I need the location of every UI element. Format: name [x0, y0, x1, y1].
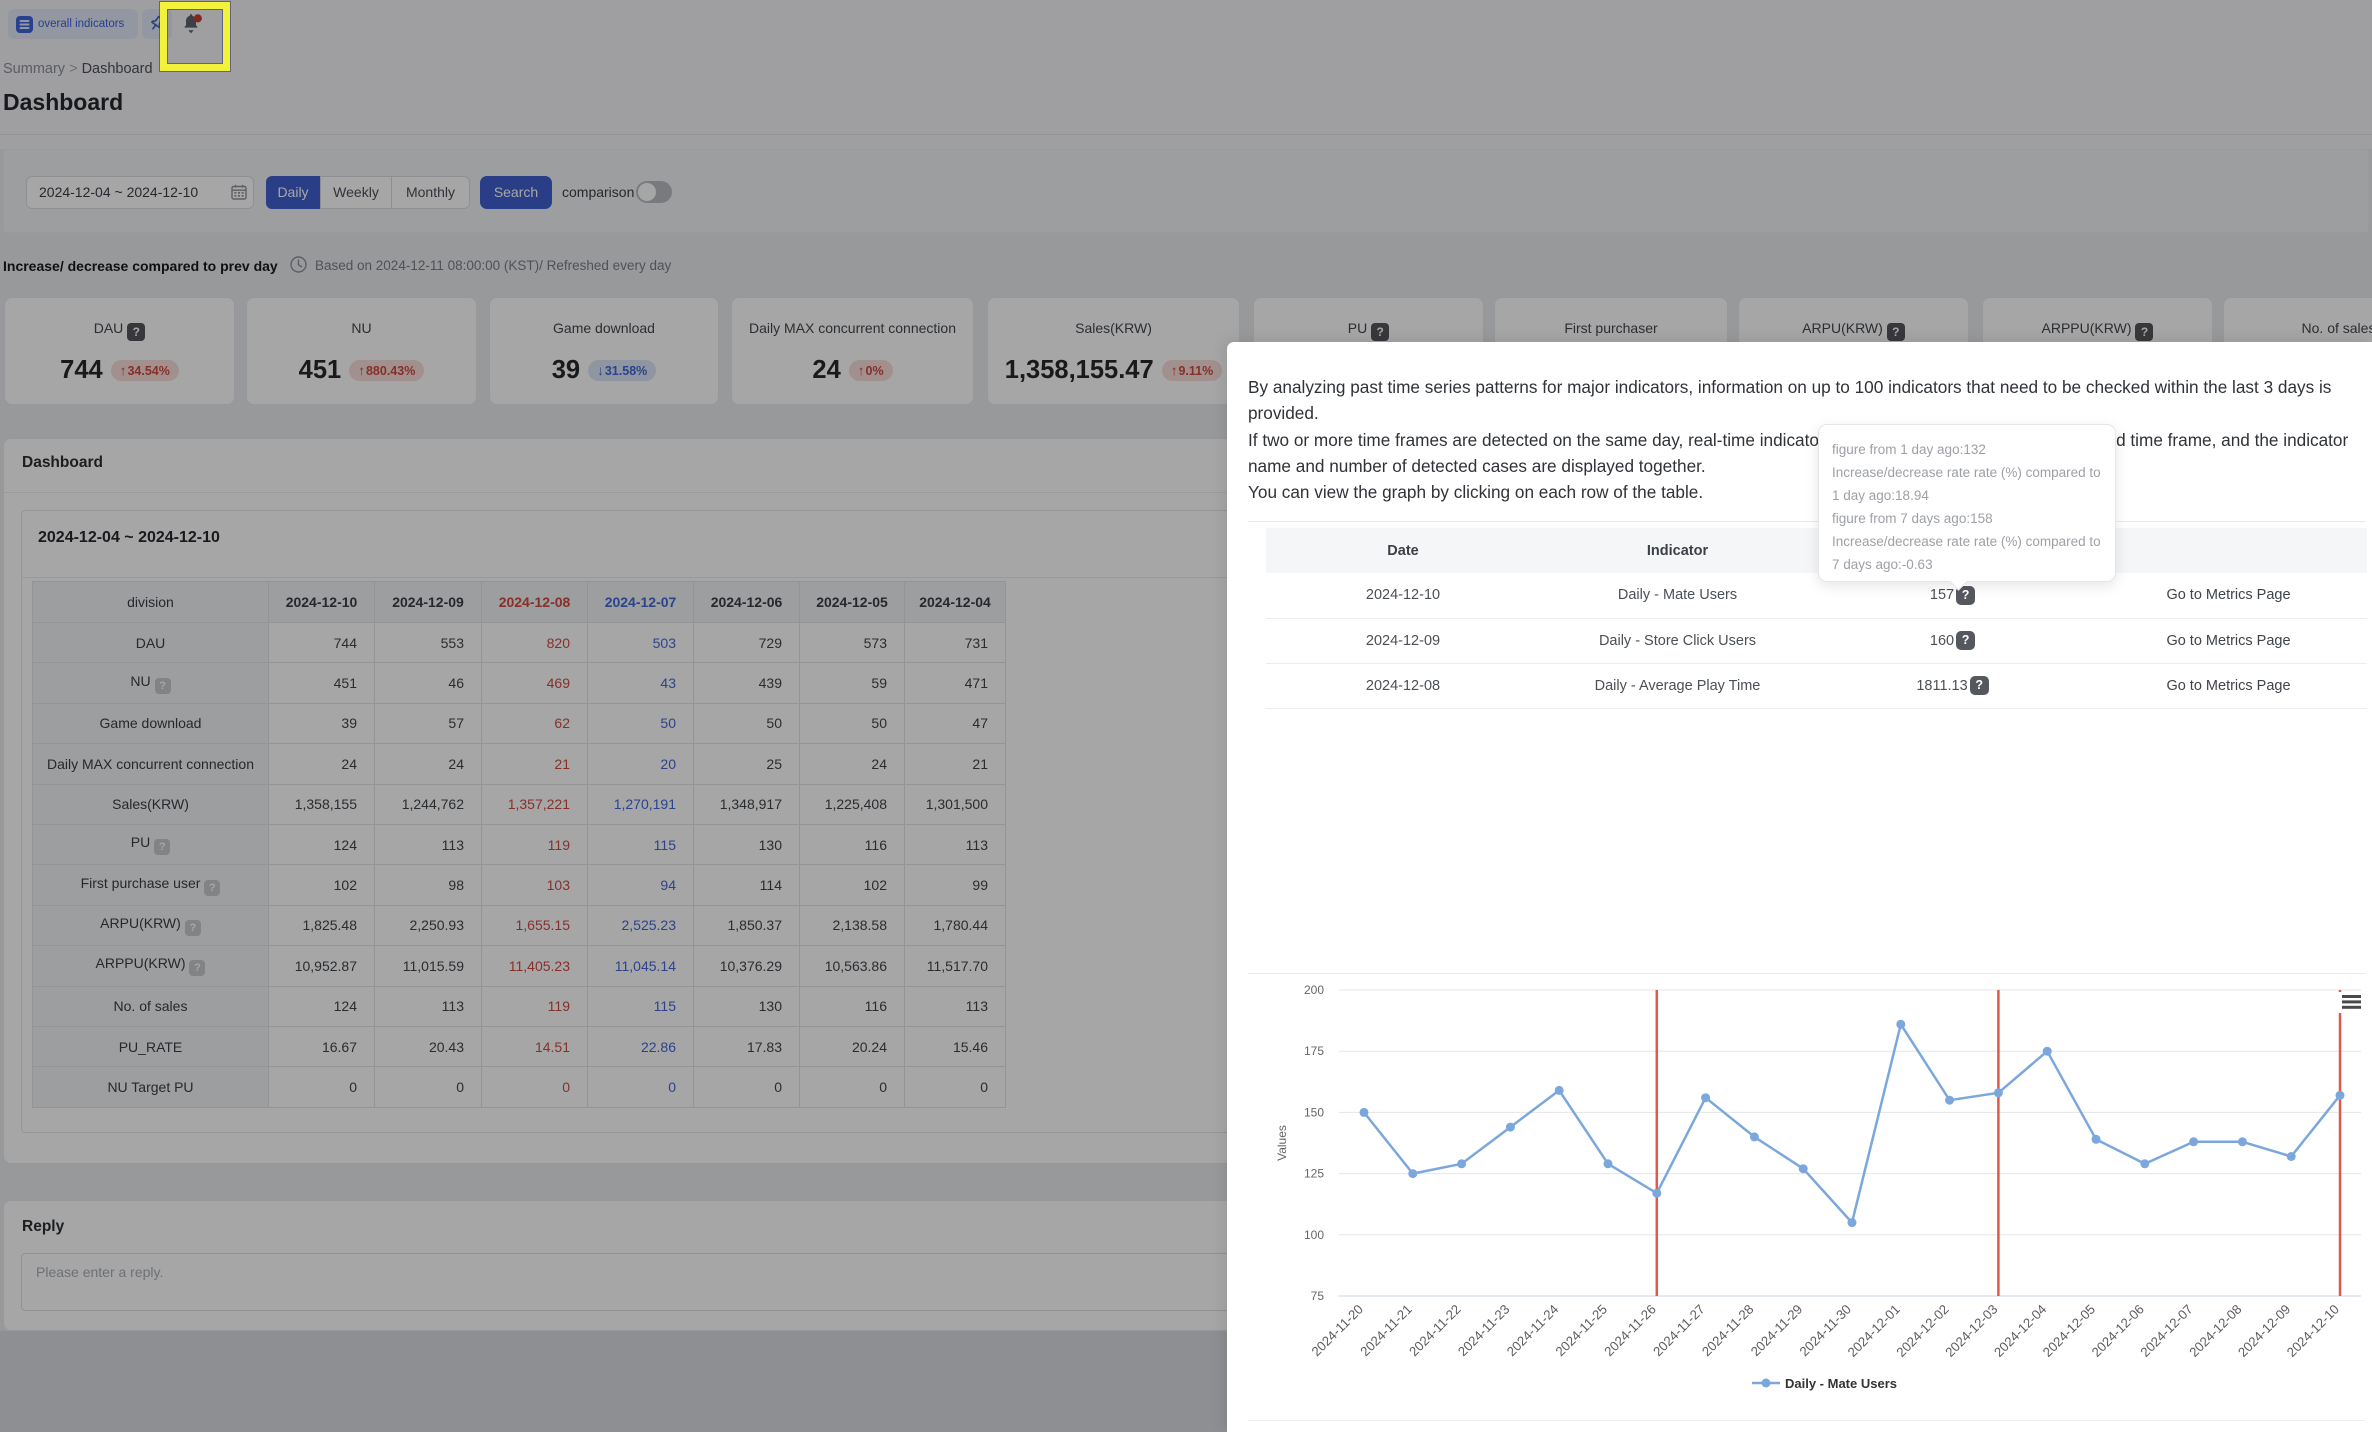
svg-text:Daily - Mate Users: Daily - Mate Users: [1785, 1376, 1897, 1391]
svg-text:200: 200: [1304, 983, 1324, 997]
svg-text:75: 75: [1311, 1289, 1325, 1303]
svg-text:2024-11-20: 2024-11-20: [1309, 1302, 1367, 1360]
svg-text:2024-11-24: 2024-11-24: [1504, 1302, 1562, 1360]
svg-text:175: 175: [1304, 1044, 1324, 1058]
svg-text:2024-11-26: 2024-11-26: [1601, 1302, 1659, 1360]
svg-text:2024-11-27: 2024-11-27: [1650, 1302, 1708, 1360]
svg-text:150: 150: [1304, 1105, 1324, 1119]
svg-text:100: 100: [1304, 1228, 1324, 1242]
svg-text:125: 125: [1304, 1167, 1324, 1181]
svg-text:2024-11-23: 2024-11-23: [1455, 1302, 1513, 1360]
svg-text:2024-11-25: 2024-11-25: [1553, 1302, 1611, 1360]
svg-text:2024-11-29: 2024-11-29: [1748, 1302, 1806, 1360]
svg-text:2024-11-21: 2024-11-21: [1357, 1302, 1415, 1360]
svg-text:2024-11-28: 2024-11-28: [1699, 1302, 1757, 1360]
svg-text:Values: Values: [1275, 1125, 1289, 1161]
svg-text:2024-12-10: 2024-12-10: [2284, 1302, 2342, 1360]
svg-text:2024-11-22: 2024-11-22: [1406, 1302, 1464, 1360]
